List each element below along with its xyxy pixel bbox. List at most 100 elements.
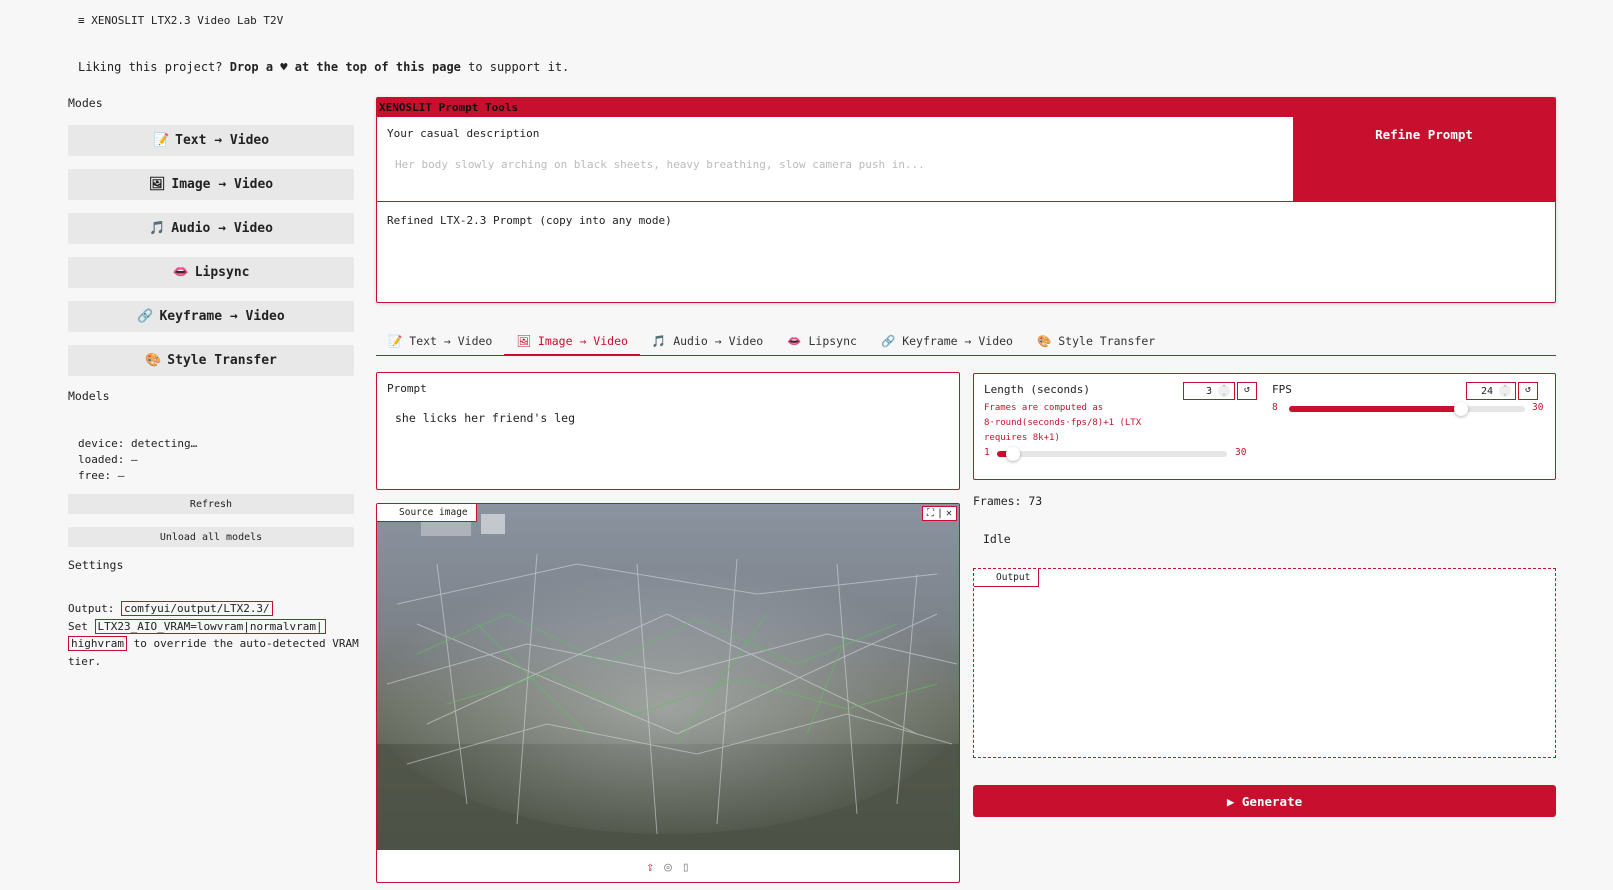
fps-min: 8 xyxy=(1272,402,1278,413)
mode-label: Audio → Video xyxy=(171,221,273,236)
palette-icon: 🎨 xyxy=(1036,334,1052,348)
length-value: 3 xyxy=(1205,385,1212,397)
clipboard-icon[interactable]: ▯ xyxy=(682,860,690,875)
mode-button-text-video[interactable]: 📝 Text → Video xyxy=(68,125,354,156)
tab-style-transfer[interactable]: 🎨 Style Transfer xyxy=(1025,331,1167,356)
spinner-icon[interactable]: ⌃ ⌄ xyxy=(1218,385,1230,397)
webcam-icon[interactable]: ◎ xyxy=(664,860,672,875)
refined-prompt-box[interactable]: Refined LTX-2.3 Prompt (copy into any mo… xyxy=(377,201,1555,302)
banner-prefix: Liking this project? xyxy=(78,60,230,74)
mode-label: Lipsync xyxy=(194,265,250,280)
length-info: Frames are computed as 8·round(seconds·f… xyxy=(984,403,1142,443)
music-note-icon: 🎵 xyxy=(651,334,667,348)
output-label: Output xyxy=(974,569,1040,587)
mode-button-audio-video[interactable]: 🎵 Audio → Video xyxy=(68,213,354,244)
mode-tabs: 📝 Text → Video 🖼 Image → Video 🎵 Audio →… xyxy=(376,331,1556,356)
fps-slider[interactable] xyxy=(1289,406,1525,412)
output-path-code: comfyui/output/LTX2.3/ xyxy=(120,601,273,616)
models-info: device: detecting… loaded: — free: — xyxy=(78,436,197,484)
tab-label: Style Transfer xyxy=(1058,334,1156,348)
casual-description-box: Your casual description xyxy=(377,117,1293,201)
mode-label: Keyframe → Video xyxy=(159,309,285,324)
app-title: ≡ XENOSLIT LTX2.3 Video Lab T2V xyxy=(78,14,284,27)
mode-button-style-transfer[interactable]: 🎨 Style Transfer xyxy=(68,345,354,376)
length-min: 1 xyxy=(984,447,990,458)
source-image-label: Source image xyxy=(377,504,477,522)
support-banner: Liking this project? Drop a ♥ at the top… xyxy=(78,60,569,74)
upload-icon[interactable]: ⇪ xyxy=(646,860,654,875)
generate-button[interactable]: ▶ Generate xyxy=(973,785,1556,817)
lips-icon: 👄 xyxy=(172,265,189,280)
fullscreen-icon[interactable]: ⛶ xyxy=(927,508,934,519)
device-status: device: detecting… xyxy=(78,437,198,450)
mode-label: Text → Video xyxy=(175,133,270,148)
tab-keyframe-video[interactable]: 🔗 Keyframe → Video xyxy=(869,331,1025,356)
fps-reset-button[interactable]: ↺ xyxy=(1518,382,1538,400)
output-prefix: Output: xyxy=(68,602,121,615)
modes-label: Modes xyxy=(68,96,103,110)
lips-icon: 👄 xyxy=(787,334,802,348)
tab-label: Keyframe → Video xyxy=(902,334,1013,348)
mode-label: Image → Video xyxy=(171,177,274,192)
tab-label: Text → Video xyxy=(409,334,493,348)
set-prefix: Set xyxy=(68,619,95,633)
tab-lipsync[interactable]: 👄 Lipsync xyxy=(775,331,869,356)
fps-value: 24 xyxy=(1480,385,1493,397)
casual-description-label: Your casual description xyxy=(387,127,540,140)
prompt-tools-panel: XENOSLIT Prompt Tools Your casual descri… xyxy=(376,97,1556,303)
palette-icon: 🎨 xyxy=(145,353,162,368)
casual-description-input[interactable] xyxy=(387,153,1277,175)
loaded-status: loaded: — xyxy=(78,453,138,466)
tab-label: Image → Video xyxy=(537,334,628,348)
mode-button-lipsync[interactable]: 👄 Lipsync xyxy=(68,257,354,288)
tab-label: Lipsync xyxy=(808,334,857,348)
refined-prompt-label: Refined LTX-2.3 Prompt (copy into any mo… xyxy=(387,214,672,227)
refine-prompt-button[interactable]: Refine Prompt xyxy=(1293,117,1555,201)
length-number-input[interactable]: 3 ⌃ ⌄ xyxy=(1183,382,1235,400)
fps-number-input[interactable]: 24 ⌃ ⌄ xyxy=(1466,382,1516,400)
models-label: Models xyxy=(68,389,110,403)
picture-icon: 🖼 xyxy=(148,177,166,192)
banner-suffix: to support it. xyxy=(460,60,570,74)
link-icon: 🔗 xyxy=(137,309,154,324)
tab-image-video[interactable]: 🖼 Image → Video xyxy=(504,331,640,356)
source-image-panel: Source image ⛶ | ✕ ⇪ ◎ ▯ xyxy=(376,503,960,883)
mode-label: Style Transfer xyxy=(167,353,277,368)
settings-label: Settings xyxy=(68,558,124,572)
settings-text: Output: comfyui/output/LTX2.3/ Set LTX23… xyxy=(68,600,368,670)
mode-button-image-video[interactable]: 🖼 Image → Video xyxy=(68,169,354,200)
banner-bold: Drop a ♥ at the top of this page xyxy=(229,60,461,74)
output-panel: Output xyxy=(973,568,1556,758)
tab-audio-video[interactable]: 🎵 Audio → Video xyxy=(640,331,775,356)
spinner-icon[interactable]: ⌃ ⌄ xyxy=(1499,385,1511,397)
source-image-actions: ⇪ ◎ ▯ xyxy=(377,852,959,882)
refresh-button[interactable]: Refresh xyxy=(68,494,354,514)
fps-slider-fill xyxy=(1289,406,1461,412)
length-fps-panel: Length (seconds) Frames are computed as … xyxy=(973,373,1556,480)
length-reset-button[interactable]: ↺ xyxy=(1237,382,1257,400)
env-var-code-cont: highvram xyxy=(68,636,127,651)
divider: | xyxy=(936,508,943,519)
music-note-icon: 🎵 xyxy=(149,221,166,236)
prompt-label: Prompt xyxy=(387,382,427,395)
fps-max: 30 xyxy=(1532,402,1544,413)
fps-slider-thumb[interactable] xyxy=(1453,402,1468,416)
close-icon[interactable]: ✕ xyxy=(946,508,952,519)
tab-text-video[interactable]: 📝 Text → Video xyxy=(376,331,504,356)
tab-label: Audio → Video xyxy=(673,334,764,348)
length-slider-thumb[interactable] xyxy=(1005,447,1020,461)
mode-button-keyframe-video[interactable]: 🔗 Keyframe → Video xyxy=(68,301,354,332)
length-slider[interactable] xyxy=(997,451,1227,457)
env-var-code: LTX23_AIO_VRAM=lowvram|normalvram| xyxy=(94,618,326,634)
source-image-picture xyxy=(377,504,959,850)
free-status: free: — xyxy=(78,469,125,482)
prompt-tools-header: XENOSLIT Prompt Tools xyxy=(377,98,1555,117)
frames-count: Frames: 73 xyxy=(973,494,1043,508)
length-label: Length (seconds) xyxy=(984,383,1090,396)
source-image[interactable] xyxy=(377,504,959,850)
memo-icon: 📝 xyxy=(152,133,170,148)
unload-models-button[interactable]: Unload all models xyxy=(68,527,354,547)
link-icon: 🔗 xyxy=(880,334,896,348)
prompt-input[interactable]: she licks her friend's leg xyxy=(395,411,575,425)
memo-icon: 📝 xyxy=(388,334,403,348)
